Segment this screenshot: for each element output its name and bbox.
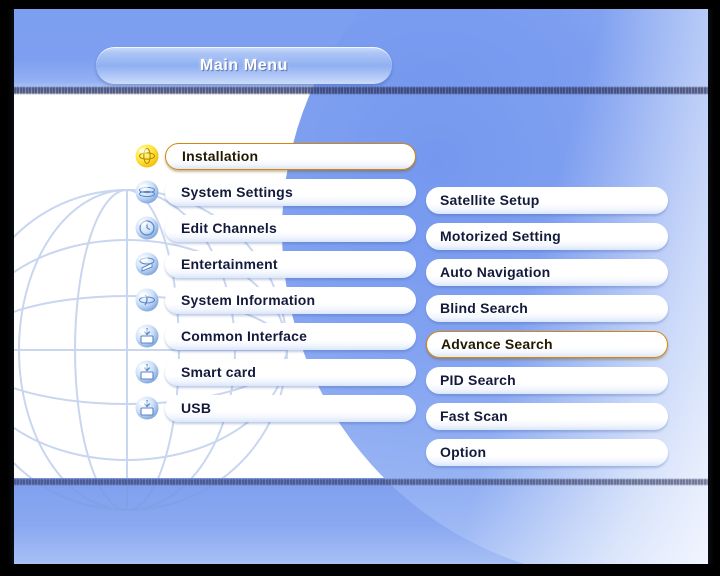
submenu-item[interactable]: Fast Scan <box>426 401 668 431</box>
submenu-item-pill-selected[interactable]: Advance Search <box>426 330 668 358</box>
main-menu-item[interactable]: Installation <box>134 141 416 171</box>
scanline-upper <box>14 87 708 94</box>
main-menu-item-pill[interactable]: Edit Channels <box>165 214 416 242</box>
page-title: Main Menu <box>96 47 392 84</box>
submenu-item-label: Auto Navigation <box>440 264 551 280</box>
main-menu-item-label: Entertainment <box>181 256 278 272</box>
main-menu-item-label: USB <box>181 400 212 416</box>
submenu-item-pill[interactable]: Option <box>426 438 668 466</box>
osd-stage: Main Menu Installation System Settings Edi… <box>14 9 708 564</box>
main-menu-item-pill[interactable]: System Information <box>165 286 416 314</box>
tv-screen: Main Menu Installation System Settings Edi… <box>0 0 720 576</box>
scanline-lower <box>14 479 708 485</box>
globe-play-icon <box>134 251 160 277</box>
globe-card-icon <box>134 323 160 349</box>
main-menu-item-pill[interactable]: Smart card <box>165 358 416 386</box>
globe-settings-icon <box>134 179 160 205</box>
main-menu-item-pill[interactable]: Entertainment <box>165 250 416 278</box>
main-menu-item[interactable]: System Information <box>134 285 416 315</box>
main-menu-item-pill[interactable]: Common Interface <box>165 322 416 350</box>
main-menu-item-label: System Settings <box>181 184 293 200</box>
bezel-left <box>0 0 14 576</box>
main-menu-item-pill[interactable]: Installation <box>165 142 416 170</box>
submenu-item-pill[interactable]: Satellite Setup <box>426 186 668 214</box>
submenu-item-pill[interactable]: Fast Scan <box>426 402 668 430</box>
globe-clock-icon <box>134 215 160 241</box>
bezel-bottom <box>0 564 720 576</box>
submenu-item-label: PID Search <box>440 372 516 388</box>
globe-smartcard-icon <box>134 359 160 385</box>
main-menu-item-pill[interactable]: System Settings <box>165 178 416 206</box>
bezel-right <box>708 0 720 576</box>
main-menu-item-label: Edit Channels <box>181 220 277 236</box>
bezel-top <box>0 0 720 9</box>
submenu-item-pill[interactable]: Auto Navigation <box>426 258 668 286</box>
submenu-item-pill[interactable]: PID Search <box>426 366 668 394</box>
main-menu-item-label: Installation <box>182 148 259 164</box>
main-menu-item[interactable]: USB <box>134 393 416 423</box>
main-menu-item[interactable]: Edit Channels <box>134 213 416 243</box>
submenu-item[interactable]: Satellite Setup <box>426 185 668 215</box>
main-menu-item-pill[interactable]: USB <box>165 394 416 422</box>
submenu-item-label: Satellite Setup <box>440 192 540 208</box>
submenu-item[interactable]: Option <box>426 437 668 467</box>
main-menu-item[interactable]: Common Interface <box>134 321 416 351</box>
submenu-item[interactable]: Blind Search <box>426 293 668 323</box>
globe-usb-icon <box>134 395 160 421</box>
submenu-item-pill[interactable]: Blind Search <box>426 294 668 322</box>
main-menu-item[interactable]: Smart card <box>134 357 416 387</box>
globe-info-icon <box>134 287 160 313</box>
submenu-item[interactable]: Motorized Setting <box>426 221 668 251</box>
submenu-item-pill[interactable]: Motorized Setting <box>426 222 668 250</box>
globe-sun-icon <box>134 143 160 169</box>
submenu-item-label: Motorized Setting <box>440 228 561 244</box>
submenu-item-label: Fast Scan <box>440 408 508 424</box>
submenu-list: Satellite Setup Motorized Setting Auto Nav… <box>426 185 668 473</box>
submenu-item-label: Advance Search <box>441 336 553 352</box>
main-menu-list: Installation System Settings Edit Channels… <box>134 141 416 429</box>
page-title-label: Main Menu <box>199 56 289 74</box>
submenu-item[interactable]: Advance Search <box>426 329 668 359</box>
submenu-item-label: Blind Search <box>440 300 528 316</box>
main-menu-item-label: Smart card <box>181 364 257 380</box>
submenu-item[interactable]: Auto Navigation <box>426 257 668 287</box>
submenu-item-label: Option <box>440 444 487 460</box>
submenu-item[interactable]: PID Search <box>426 365 668 395</box>
main-menu-item[interactable]: Entertainment <box>134 249 416 279</box>
main-menu-item-label: System Information <box>181 292 316 308</box>
main-menu-item-label: Common Interface <box>181 328 308 344</box>
main-menu-item[interactable]: System Settings <box>134 177 416 207</box>
